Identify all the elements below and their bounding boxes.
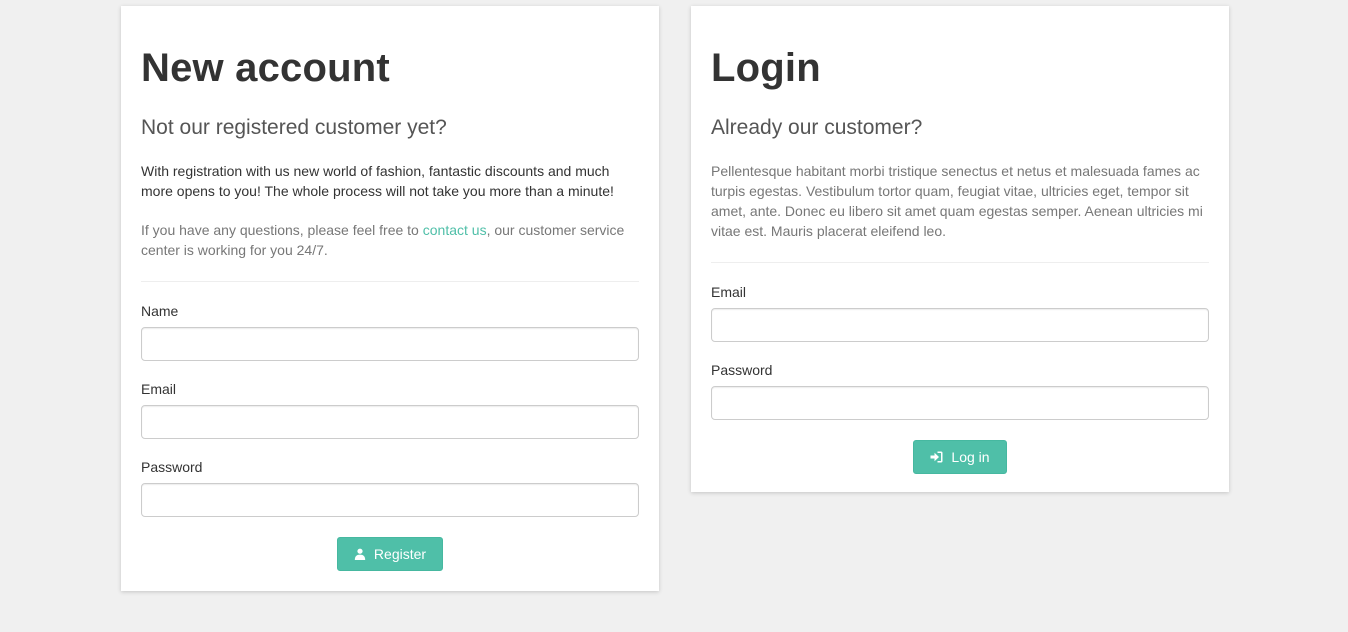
login-email-label: Email bbox=[711, 284, 747, 300]
register-intro: With registration with us new world of f… bbox=[141, 163, 614, 199]
login-intro: Pellentesque habitant morbi tristique se… bbox=[711, 163, 1203, 239]
register-box: New account Not our registered customer … bbox=[121, 6, 659, 591]
login-password-input[interactable] bbox=[711, 386, 1209, 420]
name-label: Name bbox=[141, 303, 179, 319]
contact-us-link[interactable]: contact us bbox=[423, 222, 487, 238]
register-password-label: Password bbox=[141, 459, 203, 475]
register-button-label: Register bbox=[373, 546, 427, 562]
login-button-row: Log in bbox=[711, 440, 1209, 474]
help-prefix: If you have any questions, please feel f… bbox=[141, 222, 423, 238]
register-title: New account bbox=[141, 46, 390, 90]
page: New account Not our registered customer … bbox=[0, 0, 1348, 632]
sign-in-icon bbox=[930, 451, 943, 463]
name-group: Name bbox=[141, 303, 639, 361]
login-button[interactable]: Log in bbox=[913, 440, 1007, 474]
login-email-group: Email bbox=[711, 284, 1209, 342]
register-email-label: Email bbox=[141, 381, 177, 397]
login-box: Login Already our customer? Pellentesque… bbox=[691, 6, 1229, 492]
register-button[interactable]: Register bbox=[336, 537, 444, 571]
login-password-group: Password bbox=[711, 362, 1209, 420]
register-password-group: Password bbox=[141, 459, 639, 517]
login-password-label: Password bbox=[711, 362, 773, 378]
login-email-input[interactable] bbox=[711, 308, 1209, 342]
register-email-input[interactable] bbox=[141, 405, 639, 439]
login-divider bbox=[711, 262, 1209, 263]
register-password-input[interactable] bbox=[141, 483, 639, 517]
register-button-row: Register bbox=[141, 537, 639, 571]
register-email-group: Email bbox=[141, 381, 639, 439]
login-button-label: Log in bbox=[951, 449, 990, 465]
name-input[interactable] bbox=[141, 327, 639, 361]
login-lead: Already our customer? bbox=[711, 116, 923, 139]
user-icon bbox=[354, 548, 366, 560]
login-title: Login bbox=[711, 46, 821, 90]
register-divider bbox=[141, 281, 639, 282]
register-help-text: If you have any questions, please feel f… bbox=[141, 220, 639, 260]
register-lead: Not our registered customer yet? bbox=[141, 116, 447, 139]
